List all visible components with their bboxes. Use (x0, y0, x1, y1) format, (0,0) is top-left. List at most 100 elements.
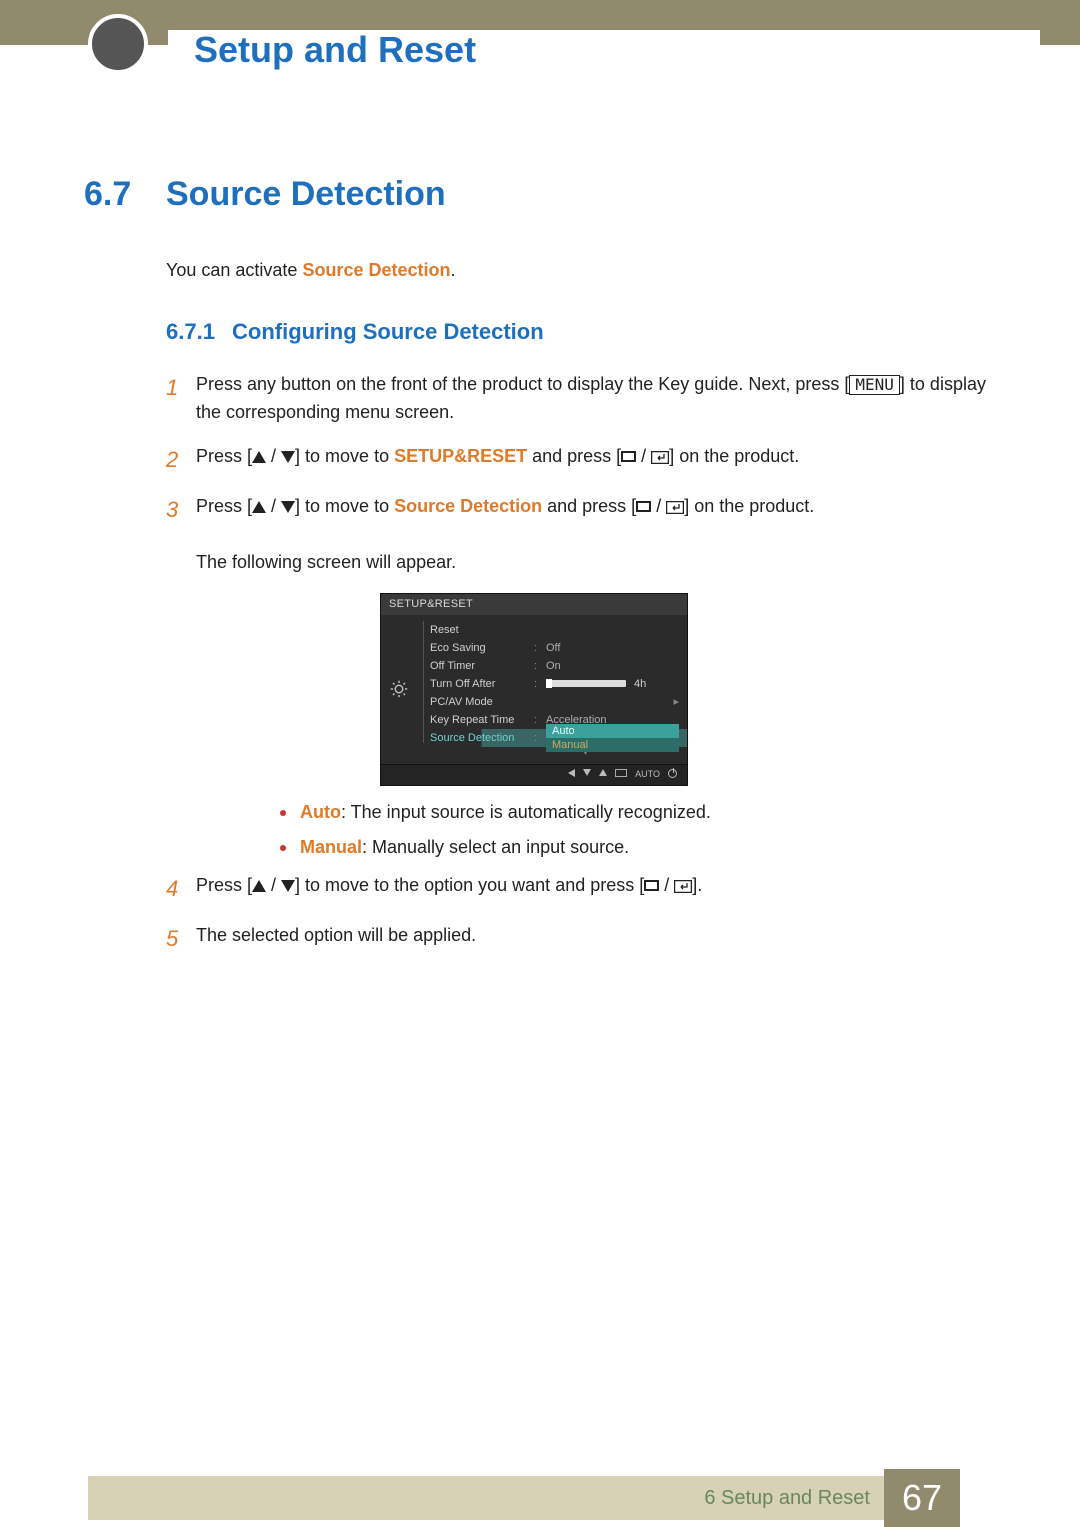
bullet-auto: Auto: The input source is automatically … (280, 802, 996, 823)
step-text: and press [ (542, 496, 636, 516)
osd-label: Key Repeat Time (430, 714, 534, 726)
osd-label: Eco Saving (430, 642, 534, 654)
osd-dropdown-option: Manual (546, 738, 679, 752)
down-triangle-icon (281, 501, 295, 513)
osd-foot-left (568, 769, 575, 779)
step-5: 5 The selected option will be applied. (166, 922, 996, 956)
enter-icon (666, 501, 684, 514)
osd-colon: : (534, 642, 546, 654)
osd-foot-enter (615, 769, 627, 779)
bullet-label: Auto (300, 802, 341, 822)
step-3: 3 Press [ / ] to move to Source Detectio… (166, 493, 996, 577)
step-body: Press [ / ] to move to SETUP&RESET and p… (196, 443, 996, 477)
osd-slider: 4h (546, 678, 679, 690)
osd-item-offtimer: Off Timer:On (430, 657, 687, 675)
slider-knob-icon (546, 679, 552, 688)
intro-emphasis: Source Detection (302, 260, 450, 280)
osd-item-sourcedetection: Source Detection: Auto Manual (430, 729, 687, 747)
steps-list: 1 Press any button on the front of the p… (166, 371, 996, 956)
step-emphasis: SETUP&RESET (394, 446, 527, 466)
gear-icon (390, 680, 408, 698)
subsection-number: 6.7.1 (166, 319, 232, 345)
rect-icon (621, 451, 636, 462)
up-triangle-icon (252, 880, 266, 892)
step-text: ] to move to the option you want and pre… (295, 875, 644, 895)
osd-left-column (381, 621, 417, 758)
osd-item-eco: Eco Saving:Off (430, 639, 687, 657)
chapter-title: Setup and Reset (168, 29, 476, 71)
enter-icon (674, 880, 692, 893)
osd-label: Off Timer (430, 660, 534, 672)
menu-key-icon: MENU (849, 375, 900, 395)
left-triangle-icon (568, 769, 575, 777)
bullet-dot-icon (280, 810, 286, 816)
osd-foot-up (599, 769, 607, 779)
step-text: and press [ (527, 446, 621, 466)
osd-label: Turn Off After (430, 678, 534, 690)
intro-paragraph: You can activate Source Detection. (166, 260, 996, 281)
document-page: Setup and Reset 6.7 Source Detection You… (0, 0, 1080, 1527)
osd-menu-list: Reset Eco Saving:Off Off Timer:On Turn O… (430, 621, 687, 758)
osd-value: 4h (634, 678, 646, 690)
down-triangle-icon (281, 880, 295, 892)
osd-panel: SETUP&RESET Reset Eco Saving:Off Off Tim… (380, 593, 688, 786)
step-4: 4 Press [ / ] to move to the option you … (166, 872, 996, 906)
osd-colon: : (534, 660, 546, 672)
step-text: Press [ (196, 496, 252, 516)
osd-title: SETUP&RESET (381, 594, 687, 615)
step-text: ]. (692, 875, 702, 895)
step-number: 2 (166, 443, 196, 477)
step-text: ] on the product. (684, 496, 814, 516)
step-text: ] to move to (295, 496, 394, 516)
step-text: Press any button on the front of the pro… (196, 374, 849, 394)
step-text: ] on the product. (669, 446, 799, 466)
page-content: 6.7 Source Detection You can activate So… (84, 175, 996, 972)
osd-colon: : (534, 678, 546, 690)
bullet-text: Auto: The input source is automatically … (300, 802, 711, 823)
intro-pre: You can activate (166, 260, 302, 280)
page-number: 67 (884, 1469, 960, 1527)
step-2: 2 Press [ / ] to move to SETUP&RESET and… (166, 443, 996, 477)
osd-dropdown: Auto Manual (546, 724, 679, 752)
step-text: Press [ (196, 875, 252, 895)
chapter-badge (88, 14, 148, 74)
rect-icon (644, 880, 659, 891)
osd-item-turnoff: Turn Off After: 4h (430, 675, 687, 693)
up-triangle-icon (252, 501, 266, 513)
bullet-desc: : Manually select an input source. (362, 837, 629, 857)
step-body: The selected option will be applied. (196, 922, 996, 956)
step-number: 4 (166, 872, 196, 906)
osd-label: PC/AV Mode (430, 696, 534, 708)
osd-separator (423, 621, 424, 743)
bullet-list: Auto: The input source is automatically … (280, 802, 996, 858)
osd-screenshot: SETUP&RESET Reset Eco Saving:Off Off Tim… (380, 593, 996, 786)
section-number: 6.7 (84, 175, 166, 214)
intro-post: . (450, 260, 455, 280)
osd-item-pcav: PC/AV Mode ▸ (430, 693, 687, 711)
bullet-text: Manual: Manually select an input source. (300, 837, 629, 858)
bullet-dot-icon (280, 845, 286, 851)
step-text: ] to move to (295, 446, 394, 466)
enter-icon (651, 451, 669, 464)
rect-icon (636, 501, 651, 512)
chapter-title-band: Setup and Reset (168, 30, 1040, 70)
footer-chapter-label: 6 Setup and Reset (664, 1469, 884, 1527)
bullet-label: Manual (300, 837, 362, 857)
step-number: 5 (166, 922, 196, 956)
step-1: 1 Press any button on the front of the p… (166, 371, 996, 427)
bullet-manual: Manual: Manually select an input source. (280, 837, 996, 858)
power-icon (668, 769, 677, 778)
step-body: Press any button on the front of the pro… (196, 371, 996, 427)
step-emphasis: Source Detection (394, 496, 542, 516)
osd-dropdown-selected: Auto (546, 724, 679, 738)
chevron-right-icon: ▸ (669, 695, 679, 708)
enter-icon (615, 769, 627, 777)
step-number: 3 (166, 493, 196, 577)
osd-label: Source Detection (430, 732, 534, 744)
up-triangle-icon (252, 451, 266, 463)
osd-footer-nav: AUTO (381, 764, 687, 785)
osd-foot-down (583, 769, 591, 779)
osd-colon: : (534, 732, 546, 744)
step-body: Press [ / ] to move to Source Detection … (196, 493, 996, 577)
osd-item-reset: Reset (430, 621, 687, 639)
